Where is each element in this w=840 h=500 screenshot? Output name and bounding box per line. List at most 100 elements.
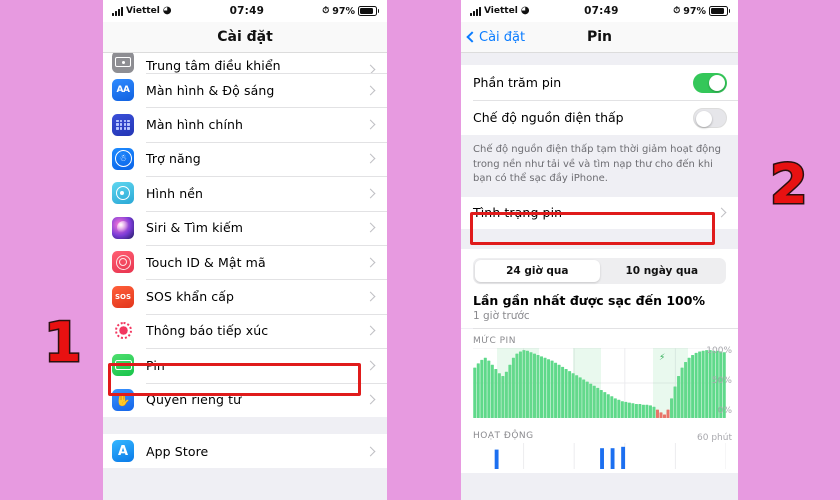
accessibility-icon: ☃ [112,147,134,170]
battery-health-section: Tình trạng pin [461,196,738,229]
tab-10-days[interactable]: 10 ngày qua [600,260,725,282]
carrier-label: Viettel [484,6,518,16]
list-group-separator [103,416,387,434]
sidebar-item-app-store[interactable]: A App Store [103,433,387,469]
top-spacer [461,53,738,65]
settings-list-scroll[interactable]: Trung tâm điều khiển AA Màn hình & Độ sá… [103,53,387,500]
chevron-right-icon [365,222,376,233]
battery-percentage-row[interactable]: Phần trăm pin [461,65,738,100]
wifi-icon: ◕ [520,5,530,16]
sidebar-item-label: Trung tâm điều khiển [146,58,281,73]
battery-percent-label: 97% [683,5,706,17]
chevron-right-icon [365,360,376,371]
section-separator [461,228,738,249]
chevron-right-icon [365,119,376,130]
sidebar-item-label: Pin [146,357,165,373]
sidebar-item-label: SOS khẩn cấp [146,289,235,305]
clock-label: 07:49 [229,5,265,17]
sos-icon: SOS [112,285,134,308]
last-charge-title: Lần gần nhất được sạc đến 100% [473,292,705,308]
annotation-number-1: 1 [43,311,84,374]
low-power-mode-row[interactable]: Chế độ nguồn điện thấp [461,100,738,135]
wifi-icon: ◕ [162,5,172,16]
left-phone-screenshot: Viettel ◕ 07:49 ⏱ 97% Cài đặt Trung tâm … [103,0,387,500]
back-button-label: Cài đặt [479,29,526,45]
sidebar-item-siri-search[interactable]: Siri & Tìm kiếm [103,210,387,245]
toggle-knob [696,110,712,127]
home-screen-icon [112,113,134,136]
display-brightness-icon: AA [112,79,134,102]
battery-health-label: Tình trạng pin [473,205,563,220]
status-bar-right-group: ⏱ 97% [322,5,379,17]
battery-icon [709,5,730,17]
siri-search-icon [112,216,134,239]
chevron-right-icon [365,446,376,457]
sidebar-item-label: Thông báo tiếp xúc [146,323,269,339]
chevron-right-icon [365,85,376,96]
cellular-signal-icon [112,6,123,16]
sidebar-item-touch-id[interactable]: Touch ID & Mật mã [103,244,387,280]
sidebar-item-label: Touch ID & Mật mã [146,254,266,270]
sidebar-item-home-screen[interactable]: Màn hình chính [103,107,387,142]
time-range-segmented-control[interactable]: 24 giờ qua 10 ngày qua [473,257,726,284]
status-bar-left: Viettel ◕ 07:49 ⏱ 97% [103,0,387,22]
y-label-100: 100% [706,345,732,356]
chevron-right-icon [365,188,376,199]
toggle-knob [709,74,725,91]
sidebar-item-label: Màn hình chính [146,117,244,133]
sidebar-item-emergency-sos[interactable]: SOS SOS khẩn cấp [103,279,387,314]
battery-health-row[interactable]: Tình trạng pin [461,196,738,229]
display-icon-glyph: AA [116,85,130,96]
sidebar-item-label: App Store [146,443,209,459]
carrier-label: Viettel [126,6,160,16]
battery-icon [358,5,379,17]
battery-level-chart-svg: ⚡ [473,347,726,418]
y-label-0: 0% [717,405,732,416]
settings-group-1: Trung tâm điều khiển AA Màn hình & Độ sá… [103,53,387,417]
exposure-notification-icon [112,319,134,342]
activity-chart-svg [494,442,727,469]
chevron-right-icon [365,154,376,164]
clock-label: 07:49 [584,5,619,17]
sidebar-item-control-center[interactable]: Trung tâm điều khiển [103,53,387,73]
activity-y-label: 60 phút [697,432,732,443]
sidebar-item-display-brightness[interactable]: AA Màn hình & Độ sáng [103,73,387,108]
alarm-icon: ⏱ [673,6,681,16]
sidebar-item-accessibility[interactable]: ☃ Trợ năng [103,141,387,177]
toggles-group: Phần trăm pin Chế độ nguồn điện thấp [461,65,738,135]
chevron-left-icon [466,31,478,43]
sidebar-item-label: Trợ năng [146,151,201,167]
battery-level-header: MỨC PIN [461,328,738,348]
app-store-icon-glyph: A [117,443,129,459]
chevron-right-icon [365,257,376,268]
chevron-right-icon [365,394,376,405]
battery-percentage-label: Phần trăm pin [473,75,562,90]
app-store-icon: A [112,440,134,463]
wallpaper-icon [112,182,134,205]
chevron-right-icon [365,64,376,73]
last-charge-block: Lần gần nhất được sạc đến 100% 1 giờ trư… [461,289,738,328]
sidebar-item-battery[interactable]: Pin [103,348,387,383]
sidebar-item-exposure-notifications[interactable]: Thông báo tiếp xúc [103,313,387,349]
battery-level-chart: ⚡ 100% 50% 0% [461,345,738,422]
svg-text:⚡: ⚡ [659,353,665,363]
nav-bar-left: Cài đặt [103,22,387,53]
battery-percentage-toggle[interactable] [693,72,727,93]
time-range-segmented-control-wrap: 24 giờ qua 10 ngày qua [461,248,738,290]
battery-percent-label: 97% [332,5,355,17]
sidebar-item-label: Màn hình & Độ sáng [146,82,275,98]
chevron-right-icon [365,291,376,302]
status-bar-right-group: ⏱ 97% [673,5,730,17]
status-bar-left-group: Viettel ◕ [470,6,530,16]
privacy-icon: ✋ [112,388,134,411]
sidebar-item-privacy[interactable]: ✋ Quyền riêng tư [103,382,387,417]
low-power-mode-label: Chế độ nguồn điện thấp [473,110,624,125]
back-button[interactable]: Cài đặt [461,30,525,45]
annotation-number-2: 2 [769,153,810,216]
battery-settings-scroll[interactable]: Phần trăm pin Chế độ nguồn điện thấp Chế… [461,53,738,500]
low-power-mode-toggle[interactable] [693,107,727,128]
right-phone-screenshot: Viettel ◕ 07:49 ⏱ 97% Cài đặt Pin Phần t… [461,0,738,500]
tab-24-hours[interactable]: 24 giờ qua [475,259,600,282]
control-center-icon [112,53,134,73]
sidebar-item-wallpaper[interactable]: Hình nền [103,176,387,211]
